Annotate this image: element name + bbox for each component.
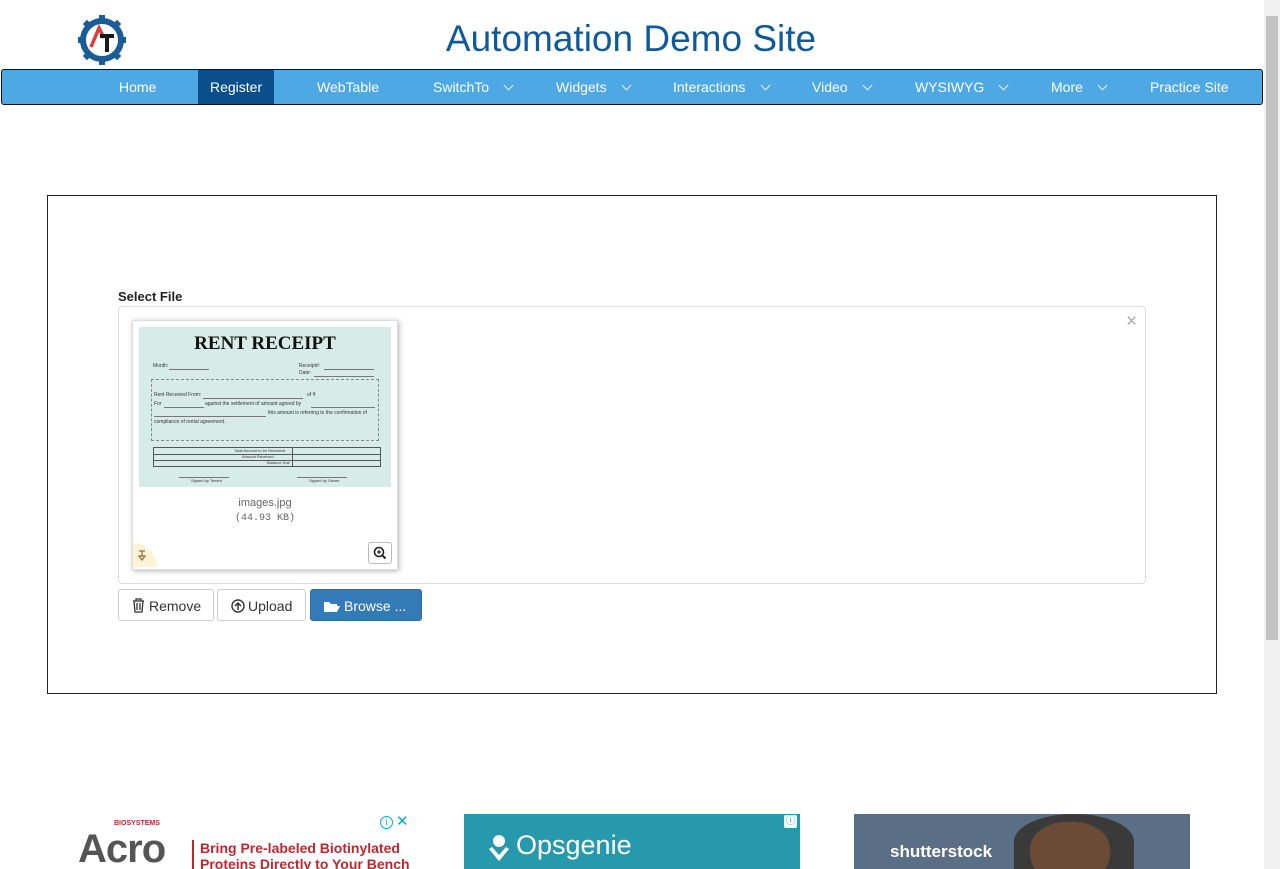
folder-open-icon: [324, 602, 340, 612]
browse-button[interactable]: Browse ...: [310, 589, 422, 621]
site-title: Automation Demo Site: [445, 18, 817, 59]
file-preview-card: RENT RECEIPT Month: Receipt#: Date: Rent…: [132, 320, 398, 570]
receipt-row-received: Amount Received: [242, 454, 274, 459]
file-name: images.jpg: [238, 497, 292, 509]
receipt-refer: this amount is referring to the confirma…: [268, 410, 367, 416]
ad-close-icon[interactable]: ✕: [396, 814, 409, 829]
upload-button[interactable]: Upload: [217, 589, 306, 621]
ad-brand-opsgenie: Opsgenie: [516, 830, 632, 860]
ad-banner-shutterstock[interactable]: shutterstock: [854, 814, 1190, 869]
zoom-button[interactable]: [368, 542, 392, 564]
nav-register[interactable]: Register: [198, 70, 275, 104]
nav-more[interactable]: More: [1051, 70, 1083, 104]
nav-wysiwyg[interactable]: WYSIWYG: [915, 70, 984, 104]
receipt-number: Receipt#:: [299, 363, 321, 369]
remove-button[interactable]: Remove: [118, 589, 214, 621]
main-navbar: Home Register WebTable SwitchTo Widgets …: [1, 69, 1263, 105]
chevron-down-icon[interactable]: [621, 80, 632, 91]
ad-text-line1: Bring Pre-labeled Biotinylated: [200, 840, 400, 856]
zoom-in-icon: [373, 546, 387, 560]
ad-info-icon[interactable]: i: [380, 816, 393, 829]
chevron-down-icon[interactable]: [760, 80, 771, 91]
ad-brand-acro: Acro: [78, 827, 166, 869]
chevron-down-icon[interactable]: [998, 80, 1009, 91]
close-icon[interactable]: ×: [1126, 312, 1137, 331]
receipt-against: against the settlement of amount agreed …: [205, 401, 302, 407]
chevron-down-icon[interactable]: [1097, 80, 1108, 91]
nav-home[interactable]: Home: [119, 70, 156, 104]
receipt-amount: of ₹: [307, 392, 316, 398]
rent-receipt-image: RENT RECEIPT Month: Receipt#: Date: Rent…: [139, 327, 391, 487]
nav-webtable[interactable]: WebTable: [317, 70, 379, 104]
file-size: (44.93 KB): [234, 513, 295, 524]
receipt-compliance: compliance of rental agreement.: [154, 419, 226, 425]
receipt-row-balance: Balance Due: [267, 460, 290, 465]
ad-brand-shutterstock: shutterstock: [890, 842, 993, 861]
drag-handle-icon[interactable]: [133, 543, 157, 567]
ad-info-icon[interactable]: ⓘ: [784, 815, 797, 828]
nav-interactions[interactable]: Interactions: [673, 70, 745, 104]
receipt-sign-tenant: Signed by Tenant: [191, 478, 222, 483]
receipt-title: RENT RECEIPT: [194, 333, 336, 354]
receipt-date: Date:: [299, 370, 311, 376]
chevron-down-icon[interactable]: [503, 80, 514, 91]
upload-label: Upload: [248, 598, 293, 614]
browse-label: Browse ...: [344, 598, 407, 614]
receipt-sign-owner: Signed by Owner: [309, 478, 340, 483]
nav-switchto[interactable]: SwitchTo: [433, 70, 489, 104]
remove-label: Remove: [149, 598, 202, 614]
nav-practice-site[interactable]: Practice Site: [1150, 70, 1229, 104]
ad-banner-acro[interactable]: BIOSYSTEMS Acro Bring Pre-labeled Biotin…: [78, 814, 410, 869]
scrollbar-thumb[interactable]: [1266, 16, 1278, 640]
receipt-for: For: [154, 401, 162, 407]
nav-video[interactable]: Video: [812, 70, 848, 104]
upload-icon: [231, 599, 245, 613]
receipt-table: Total Amount to be Received Amount Recei…: [153, 447, 381, 467]
ad-banner-opsgenie[interactable]: Opsgenie ⓘ: [464, 814, 800, 869]
select-file-label: Select File: [118, 289, 183, 304]
chevron-down-icon[interactable]: [862, 80, 873, 91]
receipt-rent-from: Rent Received From:: [154, 392, 202, 398]
page-scrollbar[interactable]: [1264, 0, 1280, 869]
trash-icon: [133, 598, 144, 613]
opsgenie-logo-icon: [489, 835, 509, 861]
receipt-month: Month:: [153, 363, 169, 369]
ad-text-line2: Proteins Directly to Your Bench: [200, 856, 410, 869]
receipt-row-total: Total Amount to be Received: [234, 448, 285, 453]
nav-widgets[interactable]: Widgets: [556, 70, 607, 104]
